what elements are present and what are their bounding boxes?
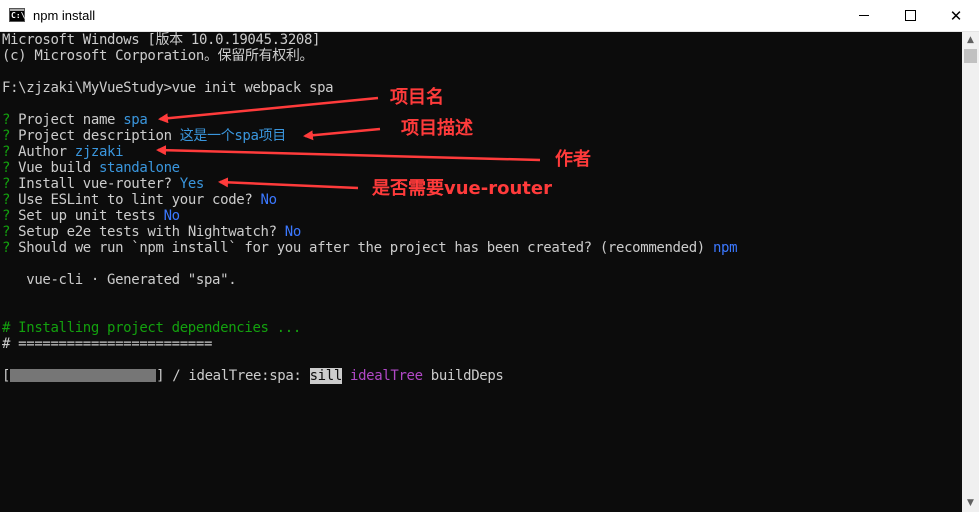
question-label: Vue build bbox=[10, 160, 99, 176]
console-line-e2e-tests: ? Setup e2e tests with Nightwatch? No bbox=[2, 224, 301, 240]
answer-value: spa bbox=[123, 112, 148, 128]
scrollbar-thumb[interactable] bbox=[964, 49, 977, 63]
answer-value: No bbox=[163, 208, 181, 224]
answer-value: zjzaki bbox=[74, 144, 124, 160]
question-label: Project description bbox=[10, 128, 180, 144]
progress-stage: idealTree bbox=[341, 368, 423, 384]
question-label: Use ESLint to lint your code? bbox=[10, 192, 261, 208]
chevron-down-icon[interactable]: ▼ bbox=[962, 495, 979, 512]
console-line-copyright: (c) Microsoft Corporation。保留所有权利。 bbox=[2, 48, 314, 64]
minimize-button[interactable] bbox=[841, 0, 887, 31]
annotation-vue-router: 是否需要vue-router bbox=[372, 178, 552, 199]
prompt-mark: ? bbox=[2, 144, 11, 160]
console-line-installing: # Installing project dependencies ... bbox=[2, 320, 301, 336]
prompt-mark: ? bbox=[2, 208, 11, 224]
annotation-project-description: 项目描述 bbox=[401, 118, 473, 139]
console-line-unit-tests: ? Set up unit tests No bbox=[2, 208, 180, 224]
close-button[interactable]: ✕ bbox=[933, 0, 979, 31]
maximize-icon bbox=[904, 10, 916, 21]
question-label: Should we run `npm install` for you afte… bbox=[10, 240, 713, 256]
console-line-vue-build: ? Vue build standalone bbox=[2, 160, 180, 176]
console-line-vue-router: ? Install vue-router? Yes bbox=[2, 176, 204, 192]
question-label: Author bbox=[10, 144, 75, 160]
console-line-version: Microsoft Windows [版本 10.0.19045.3208] bbox=[2, 32, 321, 48]
question-label: Install vue-router? bbox=[10, 176, 180, 192]
log-level-badge: sill bbox=[309, 368, 342, 384]
answer-value: npm bbox=[712, 240, 738, 256]
vertical-scrollbar[interactable]: ▲ ▼ bbox=[962, 32, 979, 512]
console-line-command: F:\zjzaki\MyVueStudy>vue init webpack sp… bbox=[2, 80, 334, 96]
answer-value: No bbox=[260, 192, 278, 208]
prompt-mark: ? bbox=[2, 176, 11, 192]
prompt-mark: ? bbox=[2, 224, 11, 240]
progress-open-bracket: [ bbox=[2, 368, 11, 384]
answer-value: Yes bbox=[179, 176, 205, 192]
console-line-generated: vue-cli · Generated "spa". bbox=[2, 272, 237, 288]
title-bar: C:\ npm install ✕ bbox=[0, 0, 979, 32]
cmd-icon: C:\ bbox=[9, 8, 25, 22]
maximize-button[interactable] bbox=[887, 0, 933, 31]
console-line-project-name: ? Project name spa bbox=[2, 112, 148, 128]
progress-status: ] / idealTree:spa: bbox=[156, 368, 310, 384]
prompt-mark: ? bbox=[2, 160, 11, 176]
console-line-eslint: ? Use ESLint to lint your code? No bbox=[2, 192, 277, 208]
console-line-progress: [ ] / idealTree:spa: sill idealTree build… bbox=[2, 368, 504, 384]
close-icon: ✕ bbox=[949, 6, 963, 25]
minimize-icon bbox=[859, 15, 869, 16]
annotation-project-name: 项目名 bbox=[390, 87, 444, 108]
console-line-npm-install: ? Should we run `npm install` for you af… bbox=[2, 240, 738, 256]
chevron-up-icon[interactable]: ▲ bbox=[962, 32, 979, 49]
answer-value: standalone bbox=[98, 160, 180, 176]
question-label: Project name bbox=[10, 112, 124, 128]
console-line-project-description: ? Project description 这是一个spa项目 bbox=[2, 128, 286, 144]
answer-value: No bbox=[284, 224, 302, 240]
prompt-mark: ? bbox=[2, 112, 11, 128]
question-label: Set up unit tests bbox=[10, 208, 164, 224]
cmd-icon-text: C:\ bbox=[11, 11, 26, 20]
progress-step: buildDeps bbox=[422, 368, 504, 384]
console-line-separator: # ======================== bbox=[2, 336, 213, 352]
progress-bar bbox=[10, 369, 157, 382]
annotation-author: 作者 bbox=[555, 149, 591, 170]
question-label: Setup e2e tests with Nightwatch? bbox=[10, 224, 285, 240]
prompt-mark: ? bbox=[2, 240, 11, 256]
console-line-author: ? Author zjzaki bbox=[2, 144, 124, 160]
prompt-mark: ? bbox=[2, 192, 11, 208]
prompt-mark: ? bbox=[2, 128, 11, 144]
answer-value: 这是一个spa项目 bbox=[179, 128, 286, 144]
window-title: npm install bbox=[33, 8, 96, 23]
